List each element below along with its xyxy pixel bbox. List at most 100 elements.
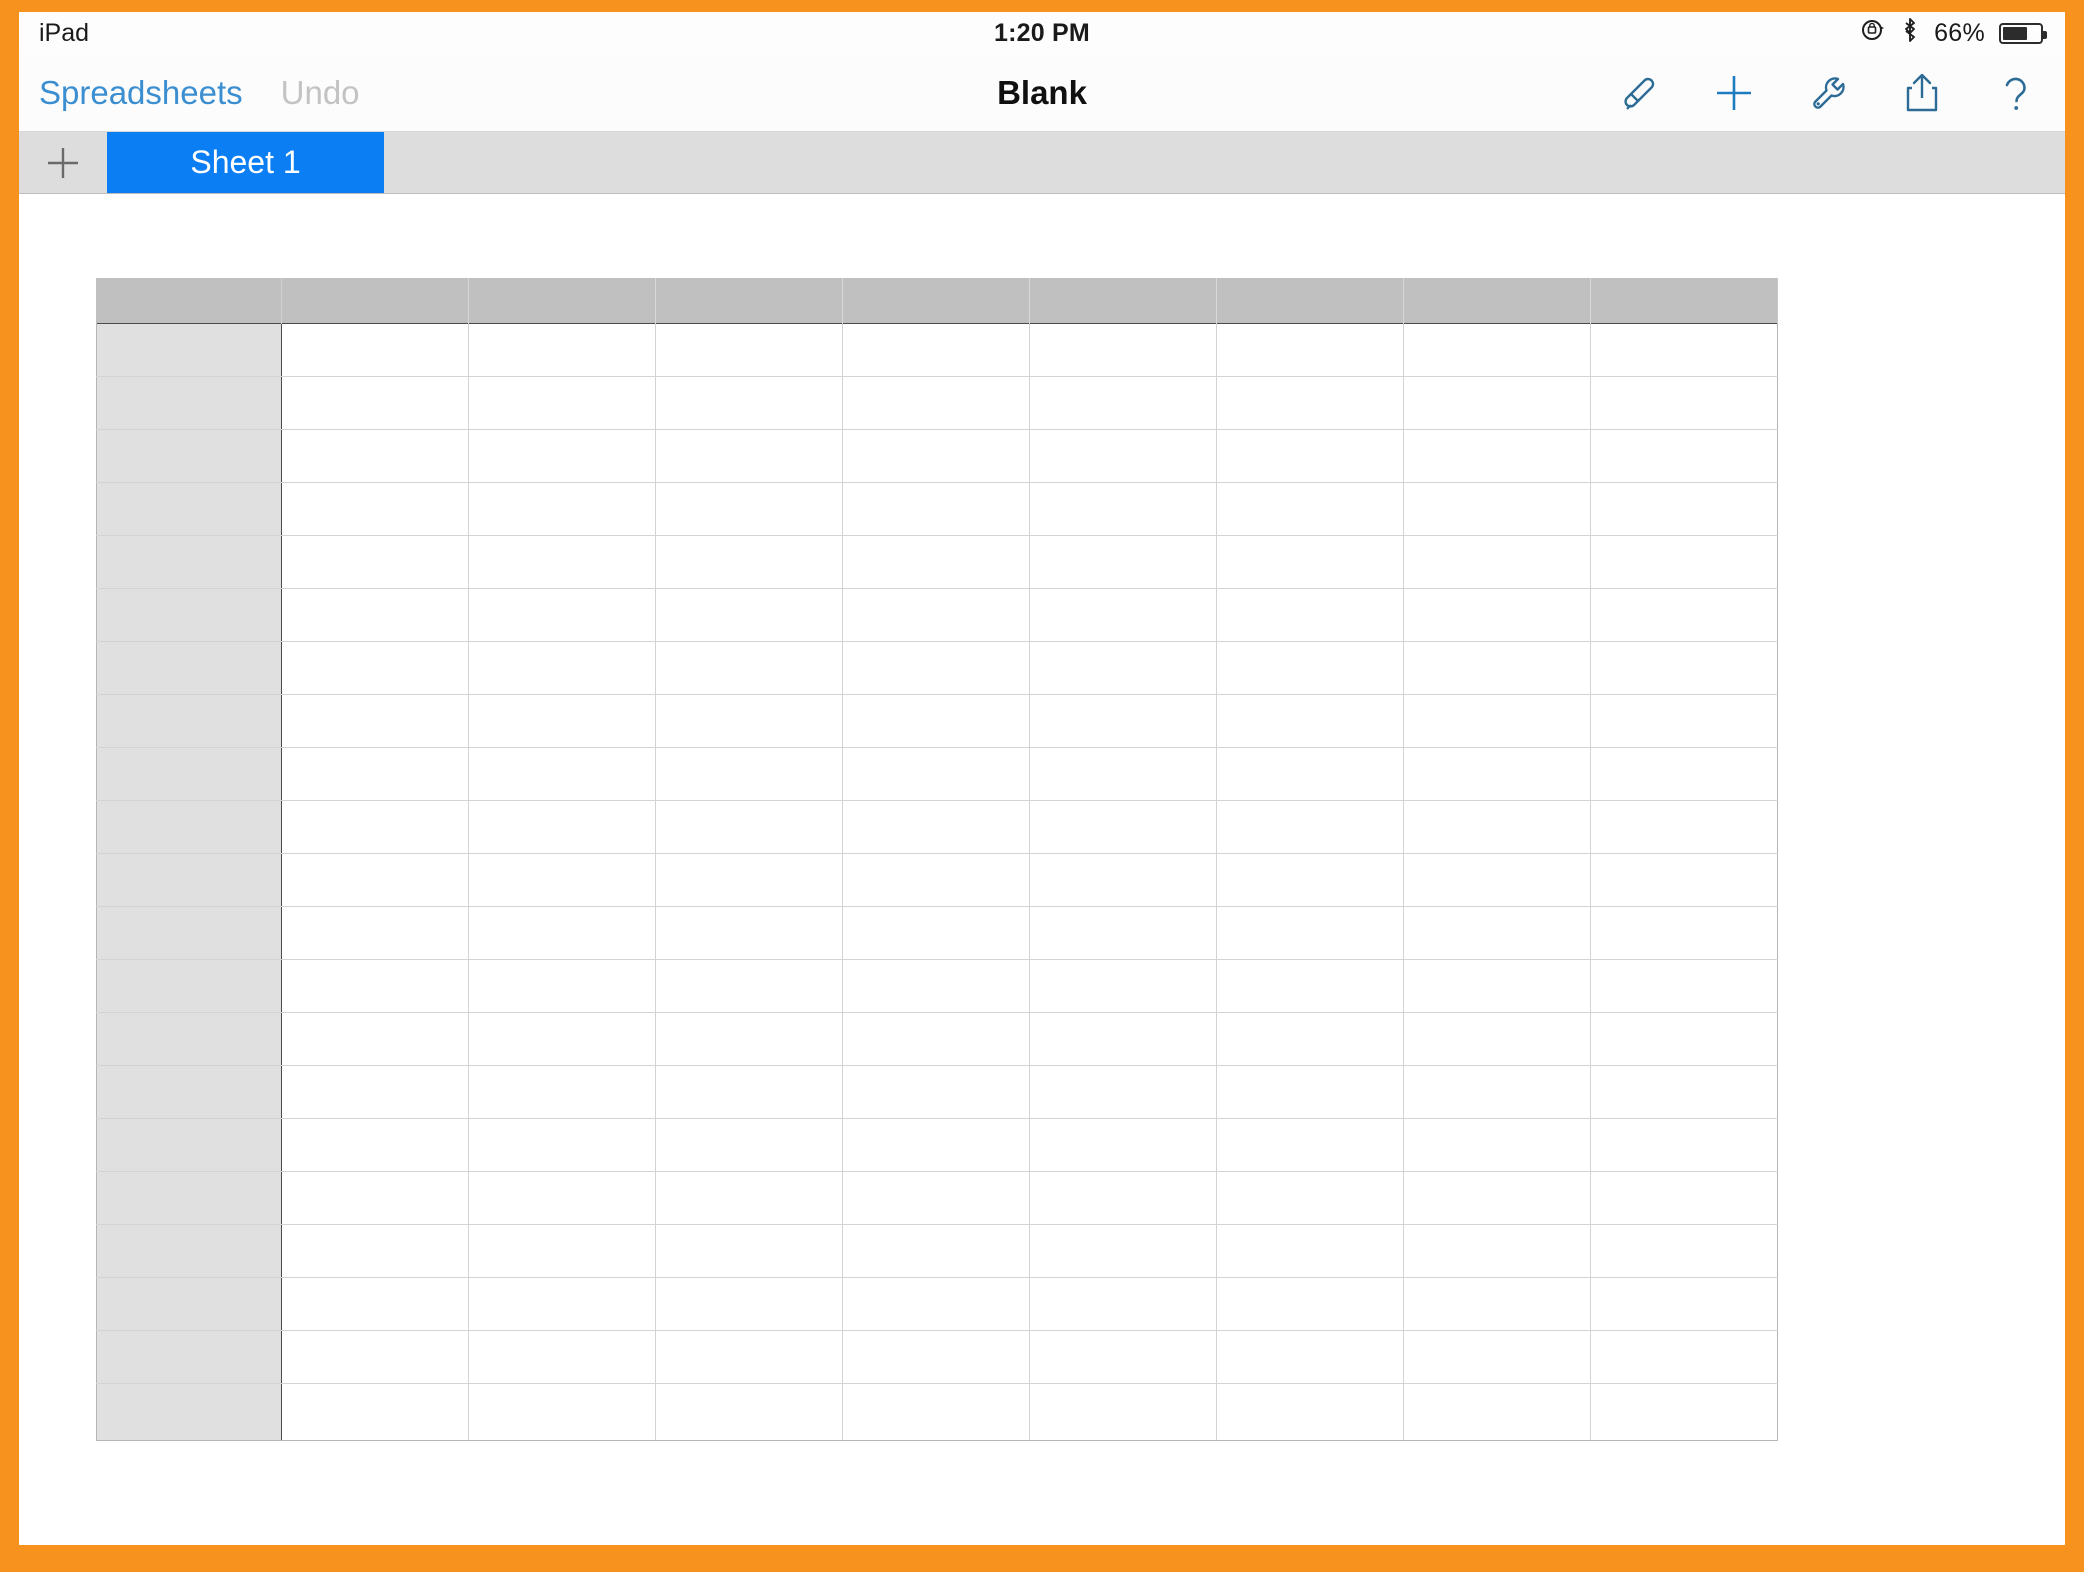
table-row[interactable] [96, 376, 1778, 430]
table-cell[interactable] [1590, 1065, 1778, 1119]
table-cell[interactable] [468, 641, 656, 695]
table-cell[interactable] [468, 1224, 656, 1278]
table-cell[interactable] [1029, 1171, 1217, 1225]
table-cell[interactable] [1590, 959, 1778, 1013]
table-cell[interactable] [655, 482, 843, 536]
table-cell[interactable] [1216, 429, 1404, 483]
table-cell[interactable] [1029, 641, 1217, 695]
table-cell[interactable] [842, 1118, 1030, 1172]
table-cell[interactable] [842, 588, 1030, 642]
table-cell[interactable] [468, 1012, 656, 1066]
table-body[interactable] [96, 323, 1778, 1441]
table-cell[interactable] [281, 1012, 469, 1066]
table-cell[interactable] [1029, 1383, 1217, 1441]
table-cell[interactable] [468, 429, 656, 483]
column-header-4[interactable] [842, 278, 1030, 324]
back-to-spreadsheets-button[interactable]: Spreadsheets [39, 74, 243, 112]
table-row[interactable] [96, 1277, 1778, 1331]
table-cell[interactable] [1216, 323, 1404, 377]
table-cell[interactable] [1216, 482, 1404, 536]
table-cell[interactable] [1216, 747, 1404, 801]
row-header-cell[interactable] [96, 1065, 282, 1119]
table-cell[interactable] [655, 535, 843, 589]
table-cell[interactable] [655, 1065, 843, 1119]
table-cell[interactable] [1029, 1118, 1217, 1172]
table-cell[interactable] [1590, 694, 1778, 748]
table-cell[interactable] [1403, 1065, 1591, 1119]
table-row[interactable] [96, 1330, 1778, 1384]
table-cell[interactable] [281, 853, 469, 907]
column-header-3[interactable] [655, 278, 843, 324]
table-row[interactable] [96, 906, 1778, 960]
table-cell[interactable] [1590, 588, 1778, 642]
table-cell[interactable] [281, 641, 469, 695]
row-header-cell[interactable] [96, 959, 282, 1013]
row-header-cell[interactable] [96, 535, 282, 589]
table-cell[interactable] [655, 376, 843, 430]
spreadsheet-canvas[interactable] [19, 194, 2065, 1543]
table-cell[interactable] [1403, 1118, 1591, 1172]
table-cell[interactable] [1590, 1383, 1778, 1441]
table-cell[interactable] [468, 747, 656, 801]
table-cell[interactable] [1590, 1118, 1778, 1172]
table-cell[interactable] [655, 1118, 843, 1172]
table-cell[interactable] [281, 1330, 469, 1384]
table-cell[interactable] [655, 906, 843, 960]
table-cell[interactable] [1216, 1118, 1404, 1172]
row-header-cell[interactable] [96, 1171, 282, 1225]
table-cell[interactable] [1216, 641, 1404, 695]
table-cell[interactable] [1403, 694, 1591, 748]
table-cell[interactable] [468, 1065, 656, 1119]
table-cell[interactable] [1029, 1012, 1217, 1066]
table-cell[interactable] [281, 1118, 469, 1172]
table-cell[interactable] [1216, 1065, 1404, 1119]
table-cell[interactable] [468, 1277, 656, 1331]
table-cell[interactable] [1403, 1224, 1591, 1278]
table-cell[interactable] [468, 482, 656, 536]
table-cell[interactable] [1590, 853, 1778, 907]
table-cell[interactable] [1029, 429, 1217, 483]
table-cell[interactable] [1029, 694, 1217, 748]
table-cell[interactable] [1029, 747, 1217, 801]
table-cell[interactable] [1403, 482, 1591, 536]
table-cell[interactable] [842, 1383, 1030, 1441]
table-row[interactable] [96, 1012, 1778, 1066]
table-cell[interactable] [1216, 694, 1404, 748]
tools-wrench-icon[interactable] [1805, 70, 1851, 116]
table-cell[interactable] [842, 641, 1030, 695]
table-cell[interactable] [1590, 1277, 1778, 1331]
table-cell[interactable] [1403, 1012, 1591, 1066]
table-cell[interactable] [1403, 959, 1591, 1013]
table-cell[interactable] [842, 1065, 1030, 1119]
table-cell[interactable] [842, 906, 1030, 960]
table-cell[interactable] [281, 906, 469, 960]
table-cell[interactable] [281, 323, 469, 377]
table-cell[interactable] [1029, 853, 1217, 907]
help-question-icon[interactable] [1993, 70, 2039, 116]
row-header-cell[interactable] [96, 641, 282, 695]
row-header-cell[interactable] [96, 323, 282, 377]
table-row[interactable] [96, 959, 1778, 1013]
table-cell[interactable] [1403, 641, 1591, 695]
row-header-cell[interactable] [96, 853, 282, 907]
table-cell[interactable] [842, 429, 1030, 483]
table-row[interactable] [96, 429, 1778, 483]
table-cell[interactable] [842, 1012, 1030, 1066]
table-cell[interactable] [842, 482, 1030, 536]
table-cell[interactable] [1590, 429, 1778, 483]
table-cell[interactable] [468, 588, 656, 642]
row-header-cell[interactable] [96, 1383, 282, 1441]
column-header-1[interactable] [281, 278, 469, 324]
table-cell[interactable] [1590, 535, 1778, 589]
table-cell[interactable] [1029, 1065, 1217, 1119]
row-header-cell[interactable] [96, 588, 282, 642]
table-cell[interactable] [468, 1330, 656, 1384]
table-cell[interactable] [1590, 1171, 1778, 1225]
table-cell[interactable] [1216, 1224, 1404, 1278]
row-header-cell[interactable] [96, 800, 282, 854]
undo-button[interactable]: Undo [281, 74, 360, 112]
row-header-cell[interactable] [96, 482, 282, 536]
table-cell[interactable] [281, 959, 469, 1013]
row-header-cell[interactable] [96, 694, 282, 748]
table-cell[interactable] [842, 800, 1030, 854]
